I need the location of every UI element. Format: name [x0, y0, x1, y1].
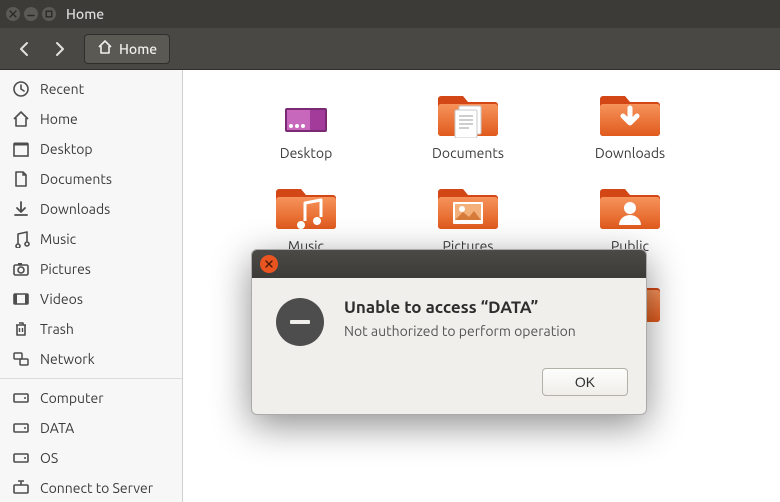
- sidebar-item-label: DATA: [40, 420, 74, 436]
- sidebar-item-label: Music: [40, 231, 76, 247]
- sidebar-item-network[interactable]: Network: [0, 344, 182, 374]
- folder-item-pictures[interactable]: Pictures: [387, 177, 549, 254]
- home-icon: [12, 110, 30, 128]
- home-icon: [97, 39, 113, 58]
- sidebar-item-desktop[interactable]: Desktop: [0, 134, 182, 164]
- nav-buttons: [8, 34, 76, 64]
- folder-icon: [599, 177, 661, 234]
- drive-icon: [12, 449, 30, 467]
- breadcrumb-home-button[interactable]: Home: [84, 34, 170, 64]
- folder-icon: [275, 84, 337, 141]
- window-controls: [6, 7, 56, 21]
- folder-item-music[interactable]: Music: [225, 177, 387, 254]
- dialog-close-button[interactable]: [260, 255, 278, 273]
- toolbar: Home: [0, 28, 780, 70]
- sidebar-item-label: Computer: [40, 390, 104, 406]
- no-entry-icon: [276, 298, 324, 346]
- drive-icon: [12, 419, 30, 437]
- sidebar-item-recent[interactable]: Recent: [0, 74, 182, 104]
- dialog-titlebar: [252, 250, 646, 278]
- sidebar-item-label: Videos: [40, 291, 83, 307]
- sidebar-item-label: Connect to Server: [40, 480, 153, 496]
- camera-icon: [12, 260, 30, 278]
- sidebar-item-data[interactable]: DATA: [0, 413, 182, 443]
- forward-button[interactable]: [42, 34, 76, 64]
- folder-icon: [275, 177, 337, 234]
- connect-icon: [12, 479, 30, 497]
- video-icon: [12, 290, 30, 308]
- folder-item-public[interactable]: Public: [549, 177, 711, 254]
- sidebar-item-connect-to-server[interactable]: Connect to Server: [0, 473, 182, 502]
- sidebar-item-downloads[interactable]: Downloads: [0, 194, 182, 224]
- sidebar-separator: [0, 378, 182, 379]
- sidebar-item-home[interactable]: Home: [0, 104, 182, 134]
- sidebar-item-label: OS: [40, 450, 58, 466]
- sidebar-item-label: Desktop: [40, 141, 93, 157]
- drive-icon: [12, 389, 30, 407]
- trash-icon: [12, 320, 30, 338]
- folder-icon: [437, 177, 499, 234]
- clock-icon: [12, 80, 30, 98]
- sidebar-item-label: Home: [40, 111, 78, 127]
- music-icon: [12, 230, 30, 248]
- sidebar-devices: Computer DATA OS Connect to Server: [0, 383, 182, 502]
- sidebar-item-label: Pictures: [40, 261, 91, 277]
- window-minimize-button[interactable]: [24, 7, 38, 21]
- document-icon: [12, 170, 30, 188]
- sidebar-item-label: Documents: [40, 171, 112, 187]
- folder-label: Desktop: [280, 145, 333, 161]
- window-title: Home: [66, 6, 774, 22]
- sidebar-item-pictures[interactable]: Pictures: [0, 254, 182, 284]
- dialog-message: Not authorized to perform operation: [344, 323, 576, 339]
- folder-item-documents[interactable]: Documents: [387, 84, 549, 161]
- sidebar-item-computer[interactable]: Computer: [0, 383, 182, 413]
- back-button[interactable]: [8, 34, 42, 64]
- folder-item-desktop[interactable]: Desktop: [225, 84, 387, 161]
- sidebar-item-music[interactable]: Music: [0, 224, 182, 254]
- folder-icon: [599, 84, 661, 141]
- folder-label: Downloads: [595, 145, 665, 161]
- dialog-title: Unable to access “DATA”: [344, 298, 576, 317]
- dialog-ok-button[interactable]: OK: [542, 368, 628, 396]
- sidebar-item-label: Network: [40, 351, 95, 367]
- sidebar-item-label: Recent: [40, 81, 84, 97]
- folder-label: Documents: [432, 145, 504, 161]
- sidebar-places: Recent Home Desktop Documents Downloads Music…: [0, 74, 182, 374]
- window-maximize-button[interactable]: [42, 7, 56, 21]
- sidebar: Recent Home Desktop Documents Downloads Music…: [0, 70, 183, 502]
- desktop-icon: [12, 140, 30, 158]
- titlebar: Home: [0, 0, 780, 28]
- sidebar-item-videos[interactable]: Videos: [0, 284, 182, 314]
- error-dialog: Unable to access “DATA” Not authorized t…: [251, 249, 647, 415]
- sidebar-item-label: Trash: [40, 321, 74, 337]
- sidebar-item-trash[interactable]: Trash: [0, 314, 182, 344]
- breadcrumb-label: Home: [119, 41, 157, 57]
- folder-icon: [437, 84, 499, 141]
- download-icon: [12, 200, 30, 218]
- sidebar-item-documents[interactable]: Documents: [0, 164, 182, 194]
- sidebar-item-os[interactable]: OS: [0, 443, 182, 473]
- sidebar-item-label: Downloads: [40, 201, 110, 217]
- network-icon: [12, 350, 30, 368]
- window-close-button[interactable]: [6, 7, 20, 21]
- folder-item-downloads[interactable]: Downloads: [549, 84, 711, 161]
